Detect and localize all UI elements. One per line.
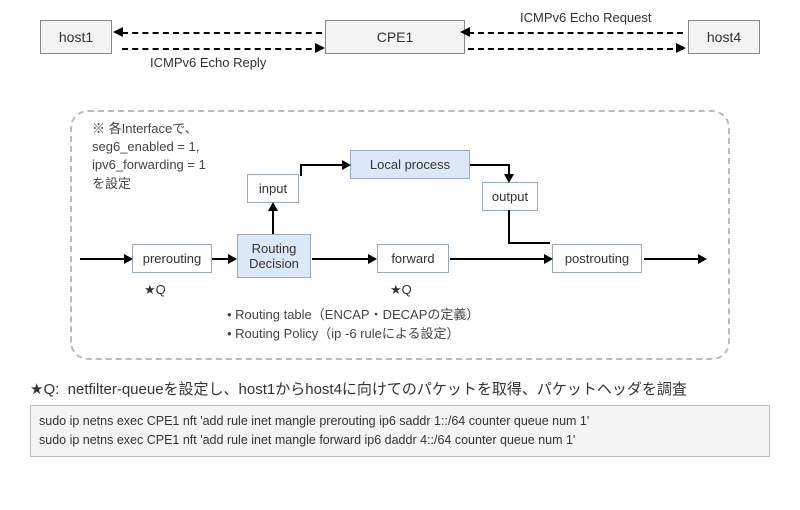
arrowhead-icon xyxy=(315,43,325,53)
note-line1: ※ 各Interfaceで、 xyxy=(92,121,198,136)
arrowhead-icon xyxy=(504,174,514,183)
arrowhead-icon xyxy=(676,43,686,53)
arrowhead-icon xyxy=(698,254,707,264)
netfilter-flow-panel: ※ 各Interfaceで、 seg6_enabled = 1, ipv6_fo… xyxy=(70,110,730,360)
code-line1: sudo ip netns exec CPE1 nft 'add rule in… xyxy=(39,414,589,428)
star-q-prefix: ★Q: xyxy=(30,381,59,398)
star-q-marker-prerouting: ★Q xyxy=(144,282,166,298)
arrowhead-icon xyxy=(268,202,278,211)
flow-arrow xyxy=(80,258,130,260)
flow-arrow xyxy=(470,164,510,166)
routing-line2: Decision xyxy=(249,256,299,271)
box-output: output xyxy=(482,182,538,211)
note-line3: ipv6_forwarding = 1 xyxy=(92,157,206,172)
flow-arrow xyxy=(450,258,550,260)
flow-arrow xyxy=(508,242,550,244)
top-diagram: host1 CPE1 host4 ICMPv6 Echo Request ICM… xyxy=(30,10,770,100)
question-line: ★Q: netfilter-queueを設定し、host1からhost4に向けて… xyxy=(30,378,770,399)
star-q-marker-forward: ★Q xyxy=(390,282,412,298)
label-echo-request: ICMPv6 Echo Request xyxy=(520,10,652,25)
arrowhead-icon xyxy=(544,254,553,264)
arrow-host4-to-cpe1 xyxy=(468,32,683,34)
flow-arrow xyxy=(508,210,510,244)
arrow-cpe1-to-host1 xyxy=(122,32,322,34)
arrowhead-icon xyxy=(368,254,377,264)
bullet-routing-policy: Routing Policy（ip -6 ruleによる設定） xyxy=(227,323,479,342)
flow-arrow xyxy=(300,164,348,166)
arrowhead-icon xyxy=(342,160,351,170)
node-cpe1: CPE1 xyxy=(325,20,465,54)
flow-arrow xyxy=(312,258,374,260)
note-line4: を設定 xyxy=(92,176,131,191)
question-text: netfilter-queueを設定し、host1からhost4に向けてのパケッ… xyxy=(68,381,687,398)
arrowhead-icon xyxy=(228,254,237,264)
arrowhead-icon xyxy=(113,27,123,37)
box-prerouting: prerouting xyxy=(132,244,212,273)
bullet-routing-table: Routing table（ENCAP・DECAPの定義） xyxy=(227,304,479,323)
box-routing-decision: Routing Decision xyxy=(237,234,311,278)
command-code-block: sudo ip netns exec CPE1 nft 'add rule in… xyxy=(30,405,770,457)
node-host4: host4 xyxy=(688,20,760,54)
node-host1: host1 xyxy=(40,20,112,54)
box-local-process: Local process xyxy=(350,150,470,179)
flow-notes-list: Routing table（ENCAP・DECAPの定義） Routing Po… xyxy=(227,304,479,342)
arrow-cpe1-to-host4 xyxy=(468,48,683,50)
flow-arrow xyxy=(644,258,704,260)
flow-arrow xyxy=(272,208,274,234)
arrow-host1-to-cpe1 xyxy=(122,48,322,50)
box-postrouting: postrouting xyxy=(552,244,642,273)
arrowhead-icon xyxy=(460,27,470,37)
routing-line1: Routing xyxy=(252,241,297,256)
flow-arrow xyxy=(300,164,302,176)
box-forward: forward xyxy=(377,244,449,273)
code-line2: sudo ip netns exec CPE1 nft 'add rule in… xyxy=(39,433,575,447)
box-input: input xyxy=(247,174,299,203)
arrowhead-icon xyxy=(124,254,133,264)
interface-settings-note: ※ 各Interfaceで、 seg6_enabled = 1, ipv6_fo… xyxy=(92,120,206,193)
label-echo-reply: ICMPv6 Echo Reply xyxy=(150,55,266,70)
note-line2: seg6_enabled = 1, xyxy=(92,139,199,154)
